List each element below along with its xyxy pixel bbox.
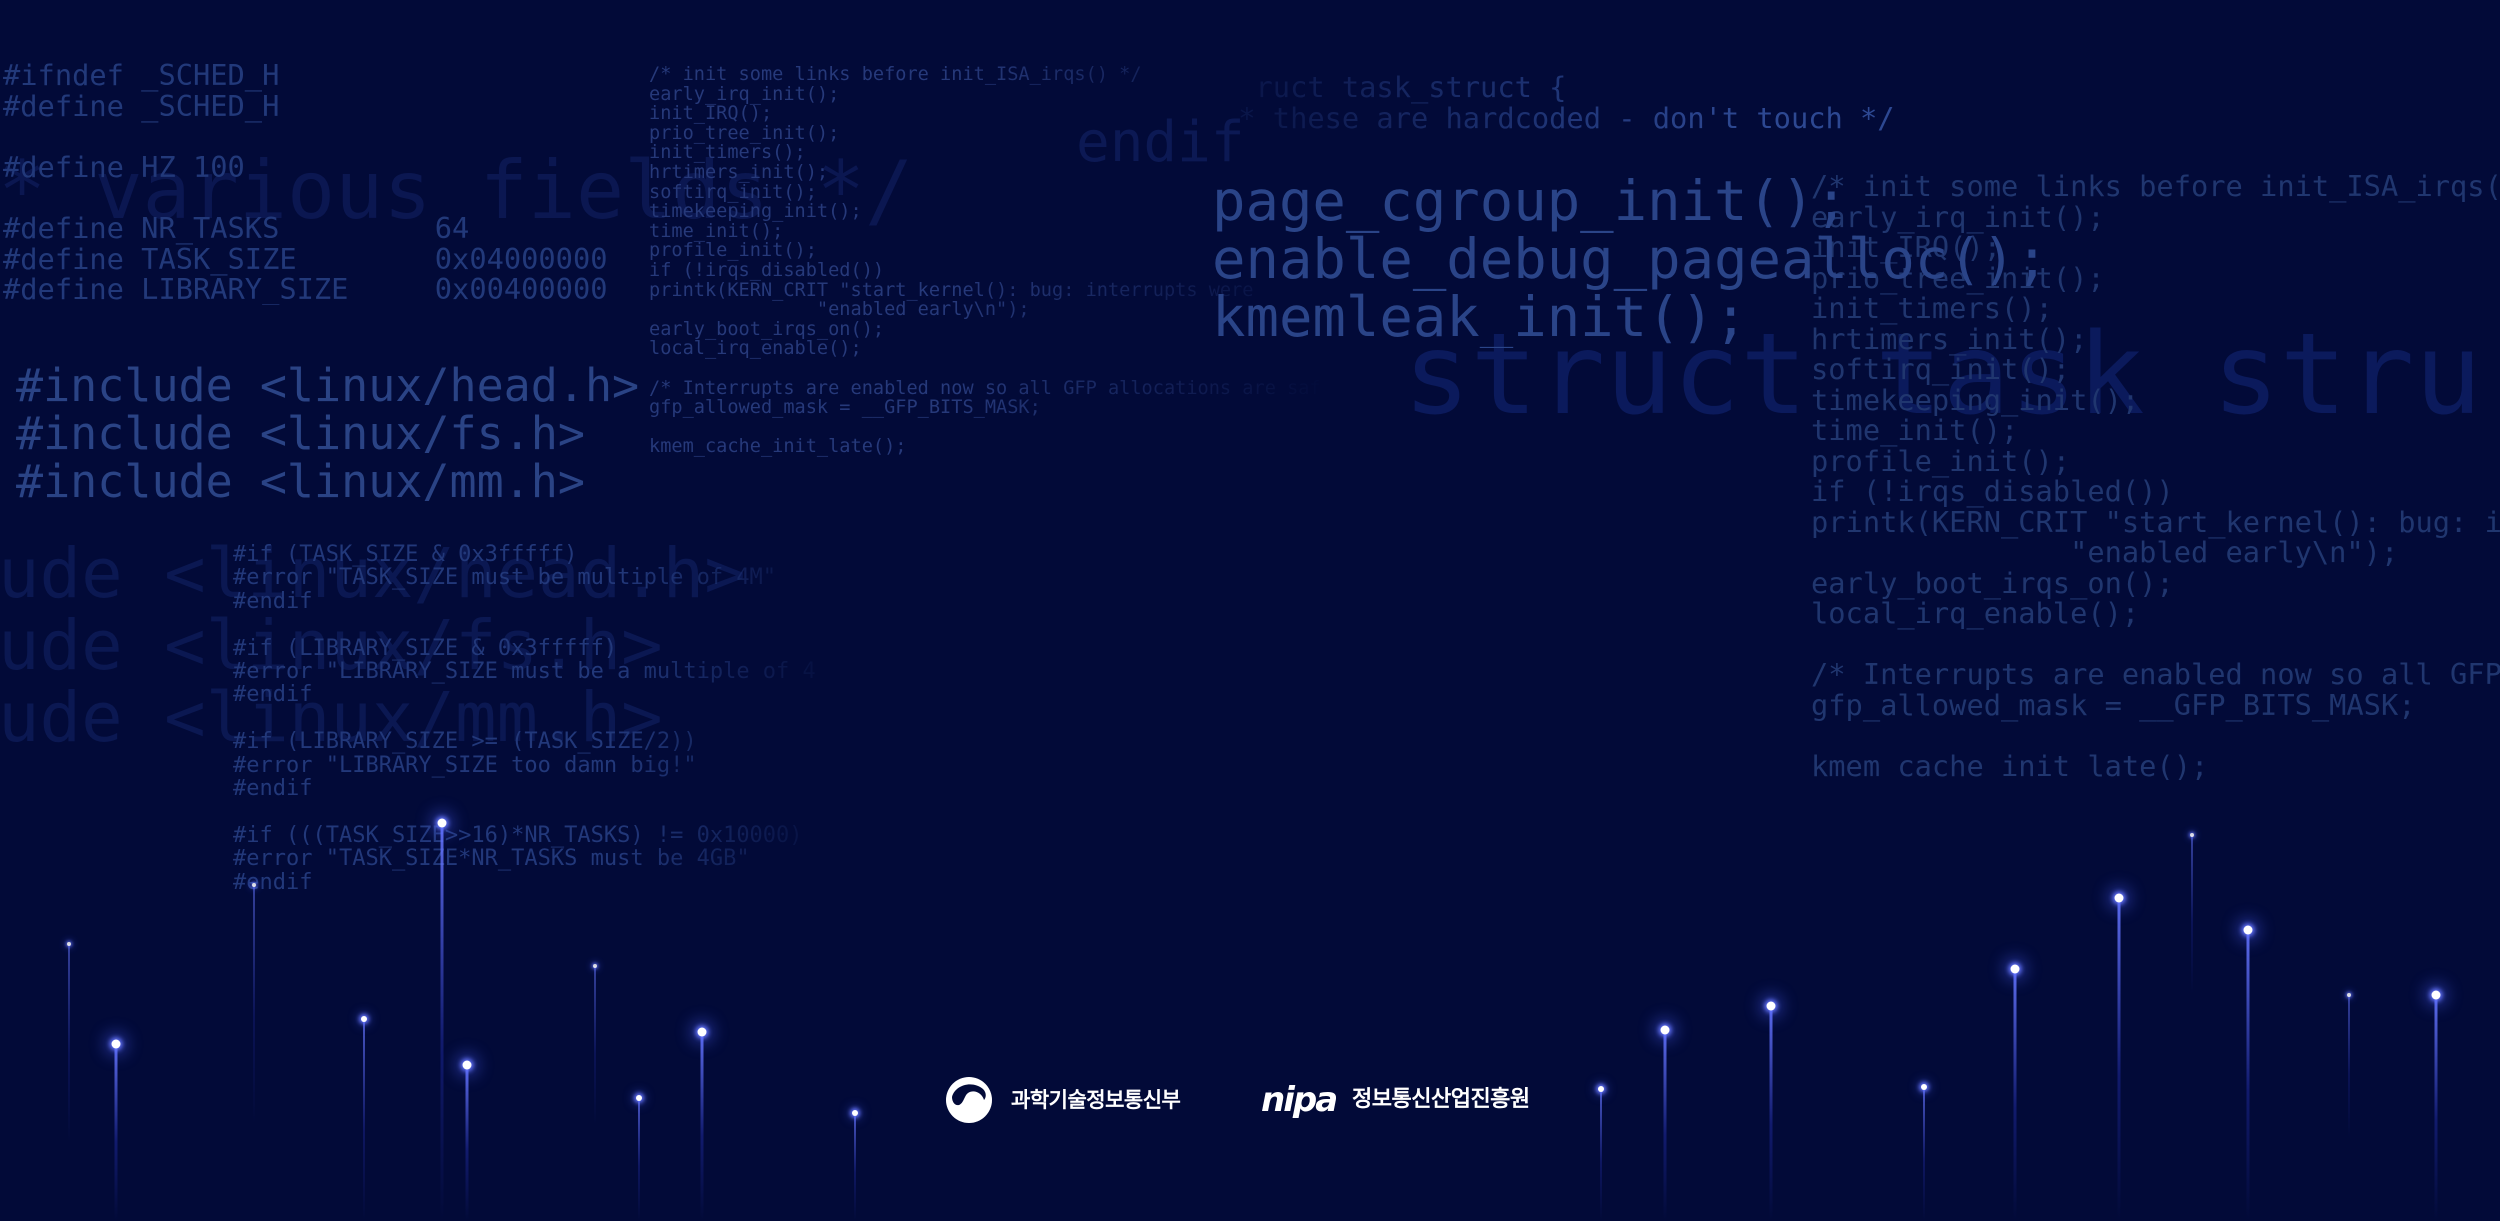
hero-banner: * various fields */ endif ude <linux/hea…: [0, 0, 2500, 1221]
agency-name: 정보통신산업진흥원: [1352, 1087, 1530, 1112]
ministry-name: 과학기술정보통신부: [1011, 1088, 1181, 1112]
nipa-wordmark: nipa: [1261, 1080, 1338, 1120]
government-emblem-icon: [946, 1077, 992, 1123]
logo-bar: 과학기술정보통신부 nipa 정보통신산업진흥원: [0, 0, 2500, 1221]
